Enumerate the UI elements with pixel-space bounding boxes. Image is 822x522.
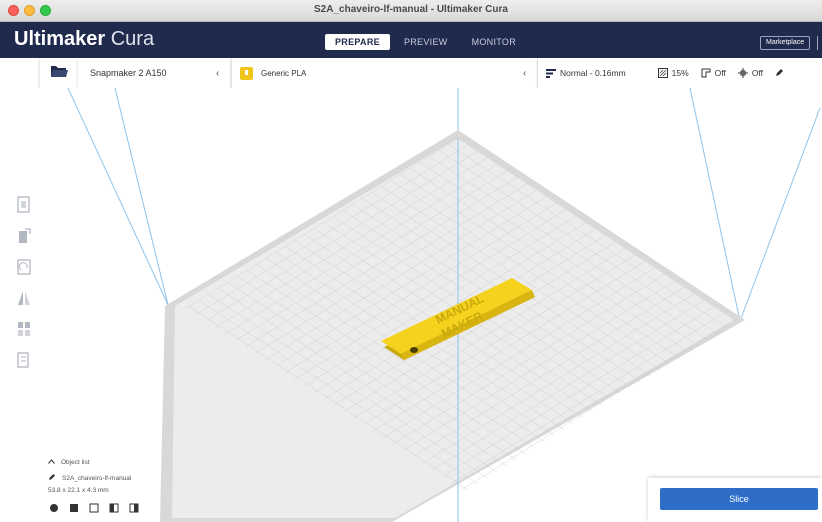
view-top-icon bbox=[89, 503, 99, 513]
app-logo: Ultimaker Cura bbox=[14, 28, 154, 51]
left-toolbar bbox=[12, 193, 38, 379]
tab-monitor[interactable]: MONITOR bbox=[462, 34, 526, 50]
view-3d-icon bbox=[50, 504, 58, 512]
profile-label: Normal - 0.16mm bbox=[560, 68, 626, 78]
view-right-icon bbox=[129, 503, 139, 513]
support-value: Off bbox=[714, 68, 726, 78]
stage-tabs: PREPARE PREVIEW MONITOR bbox=[325, 34, 530, 50]
support-setting: Off bbox=[701, 68, 726, 78]
mirror-tool-icon bbox=[18, 291, 30, 305]
infill-setting: 15% bbox=[657, 68, 689, 78]
rotate-tool-icon bbox=[17, 259, 31, 275]
view-top-button[interactable] bbox=[88, 502, 100, 514]
object-dimensions: 53.8 x 22.1 x 4.3 mm bbox=[48, 486, 109, 494]
window-title-bar: S2A_chaveiro-lf-manual - Ultimaker Cura bbox=[0, 0, 822, 22]
view-3d-button[interactable] bbox=[48, 502, 60, 514]
marketplace-button[interactable]: Marketplace bbox=[760, 36, 811, 50]
window-title: S2A_chaveiro-lf-manual - Ultimaker Cura bbox=[314, 4, 508, 15]
slice-panel: Slice bbox=[648, 478, 822, 522]
folder-icon bbox=[50, 64, 68, 83]
per-model-settings-button[interactable] bbox=[12, 317, 36, 341]
move-tool-icon bbox=[17, 196, 30, 213]
scale-tool-icon bbox=[19, 228, 31, 243]
chevron-up-icon bbox=[48, 458, 55, 466]
adhesion-value: Off bbox=[751, 68, 764, 78]
move-tool-button[interactable] bbox=[12, 193, 36, 217]
slice-button[interactable]: Slice bbox=[660, 488, 818, 510]
profile-setting: Normal - 0.16mm bbox=[546, 68, 626, 78]
extruder-icon bbox=[240, 66, 253, 80]
open-file-button[interactable] bbox=[40, 58, 78, 88]
support-blocker-icon bbox=[17, 352, 29, 368]
object-list-toggle[interactable]: Object list bbox=[48, 456, 248, 468]
infill-value: 15% bbox=[671, 68, 689, 78]
support-blocker-button[interactable] bbox=[12, 348, 36, 372]
object-list-panel: Object list S2A_chaveiro-lf-manual 53.8 … bbox=[48, 456, 248, 514]
brand-name: Ultimaker bbox=[14, 28, 106, 50]
scale-tool-button[interactable] bbox=[12, 224, 36, 248]
chevron-left-icon: ‹ bbox=[523, 67, 527, 79]
printer-name: Snapmaker 2 A150 bbox=[90, 68, 167, 78]
pencil-icon bbox=[48, 473, 56, 483]
account-button[interactable] bbox=[817, 36, 822, 50]
view-left-button[interactable] bbox=[108, 502, 120, 514]
view-front-icon bbox=[70, 504, 78, 512]
brand-product: Cura bbox=[110, 28, 155, 50]
object-list-header: Object list bbox=[61, 458, 90, 466]
view-front-button[interactable] bbox=[68, 502, 80, 514]
object-filename: S2A_chaveiro-lf-manual bbox=[62, 474, 132, 482]
material-selector[interactable]: Generic PLA ‹ bbox=[232, 58, 537, 88]
view-left-icon bbox=[109, 503, 119, 513]
view-buttons bbox=[48, 502, 248, 514]
tab-prepare[interactable]: PREPARE bbox=[325, 34, 390, 50]
mirror-tool-button[interactable] bbox=[12, 286, 36, 310]
keyring-hole bbox=[410, 347, 418, 353]
main-toolbar: Snapmaker 2 A150 ‹ Generic PLA ‹ Normal … bbox=[0, 58, 822, 88]
object-list-item[interactable]: S2A_chaveiro-lf-manual bbox=[48, 472, 248, 484]
tab-preview[interactable]: PREVIEW bbox=[394, 34, 458, 50]
support-icon bbox=[701, 68, 711, 78]
print-settings-selector[interactable]: Normal - 0.16mm 15% Off Off bbox=[538, 58, 822, 88]
app-header: Ultimaker Cura PREPARE PREVIEW MONITOR M… bbox=[0, 22, 822, 58]
material-name: Generic PLA bbox=[261, 68, 307, 78]
adhesion-setting: Off bbox=[737, 68, 764, 78]
edit-pencil-icon bbox=[775, 68, 784, 79]
view-right-button[interactable] bbox=[128, 502, 140, 514]
printer-selector[interactable]: Snapmaker 2 A150 ‹ bbox=[78, 58, 230, 88]
per-model-settings-icon bbox=[18, 322, 30, 336]
profile-icon bbox=[546, 68, 556, 78]
rotate-tool-button[interactable] bbox=[12, 255, 36, 279]
infill-icon bbox=[657, 68, 668, 78]
adhesion-icon bbox=[737, 68, 748, 78]
chevron-left-icon: ‹ bbox=[216, 67, 220, 79]
